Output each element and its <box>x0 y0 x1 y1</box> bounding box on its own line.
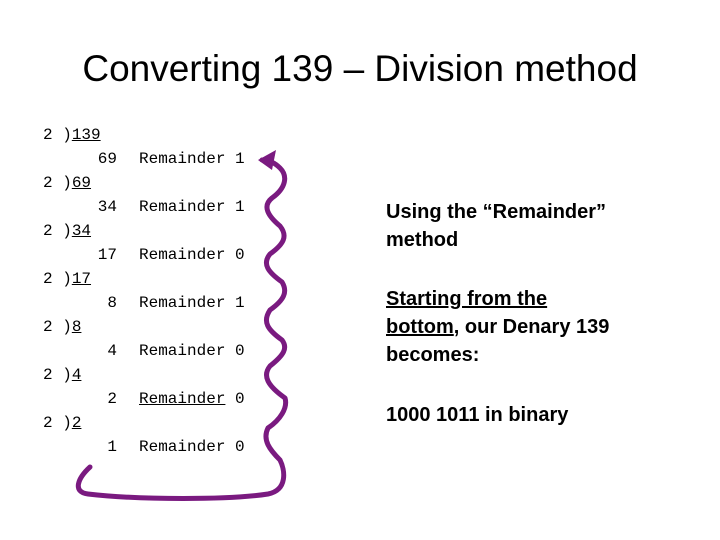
becomes-text: becomes: <box>386 344 480 366</box>
arrowhead <box>258 150 276 170</box>
bottom-word: bottom <box>386 316 454 338</box>
arrow-path <box>75 157 289 501</box>
binary-result: 1000 1011 in binary <box>386 404 569 426</box>
explanation-line1: Using the “Remainder” <box>386 201 607 223</box>
explanation-start: Starting from the bottom, our Denary 139… <box>386 285 609 369</box>
bottom-to-top-arrow-icon <box>75 150 289 501</box>
explanation-bottom-line: bottom, our Denary 139 <box>386 313 609 341</box>
explanation-line2: method <box>386 229 459 251</box>
explanation-method: Using the “Remainder” method <box>386 198 606 254</box>
denary-text: , our Denary 139 <box>453 316 610 338</box>
explanation-start-text: Starting from the <box>386 288 548 310</box>
